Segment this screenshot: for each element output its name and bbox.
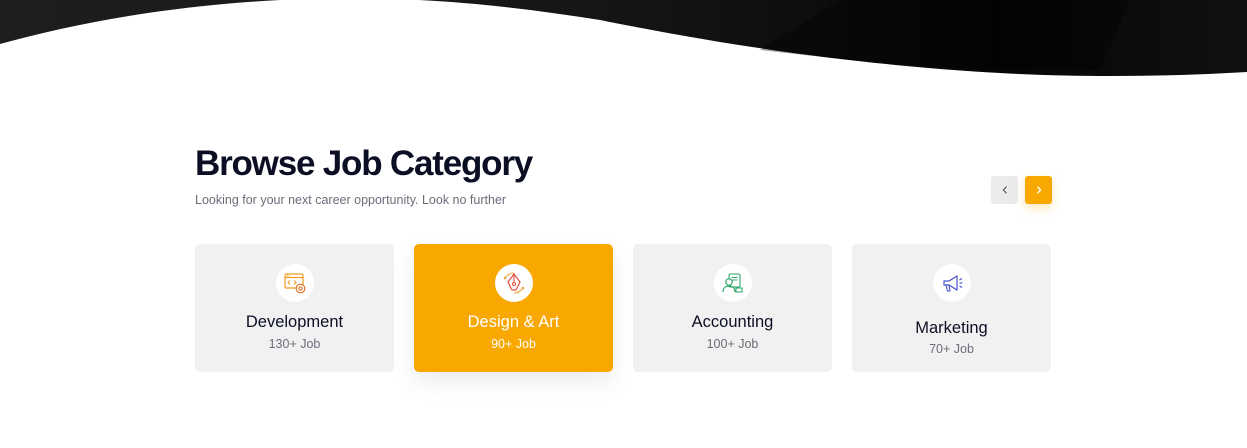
category-icon-badge [932, 264, 971, 302]
hero-image-bottom-edge [0, 0, 1247, 76]
job-category-page: Browse Job Category Looking for your nex… [0, 0, 1247, 448]
category-name: Accounting [691, 313, 774, 331]
category-icon-badge [275, 264, 314, 302]
code-window-icon [283, 273, 305, 294]
category-job-count: 70+ Job [929, 342, 974, 356]
section-title: Browse Job Category [195, 144, 533, 183]
section-subtitle: Looking for your next career opportunity… [195, 193, 507, 207]
category-card-design-art[interactable]: Design & Art 90+ Job [414, 244, 613, 372]
category-name: Development [245, 313, 344, 331]
category-icon-badge [713, 264, 752, 302]
chevron-right-icon [1036, 186, 1041, 194]
carousel-prev-button[interactable] [991, 176, 1018, 204]
category-job-count: 130+ Job [268, 337, 321, 351]
carousel-next-button[interactable] [1025, 176, 1052, 204]
category-icon-badge [494, 264, 533, 302]
category-job-count: 100+ Job [706, 337, 759, 351]
accountant-icon [721, 273, 743, 293]
category-name: Marketing [915, 319, 988, 337]
category-card-marketing[interactable]: Marketing 70+ Job [852, 244, 1051, 372]
pen-tool-icon [503, 272, 524, 294]
category-job-count: 90+ Job [491, 337, 536, 351]
category-card-accounting[interactable]: Accounting 100+ Job [633, 244, 832, 372]
category-card-development[interactable]: Development 130+ Job [195, 244, 394, 372]
megaphone-icon [942, 275, 962, 292]
chevron-left-icon [1002, 186, 1007, 194]
category-name: Design & Art [467, 313, 560, 331]
